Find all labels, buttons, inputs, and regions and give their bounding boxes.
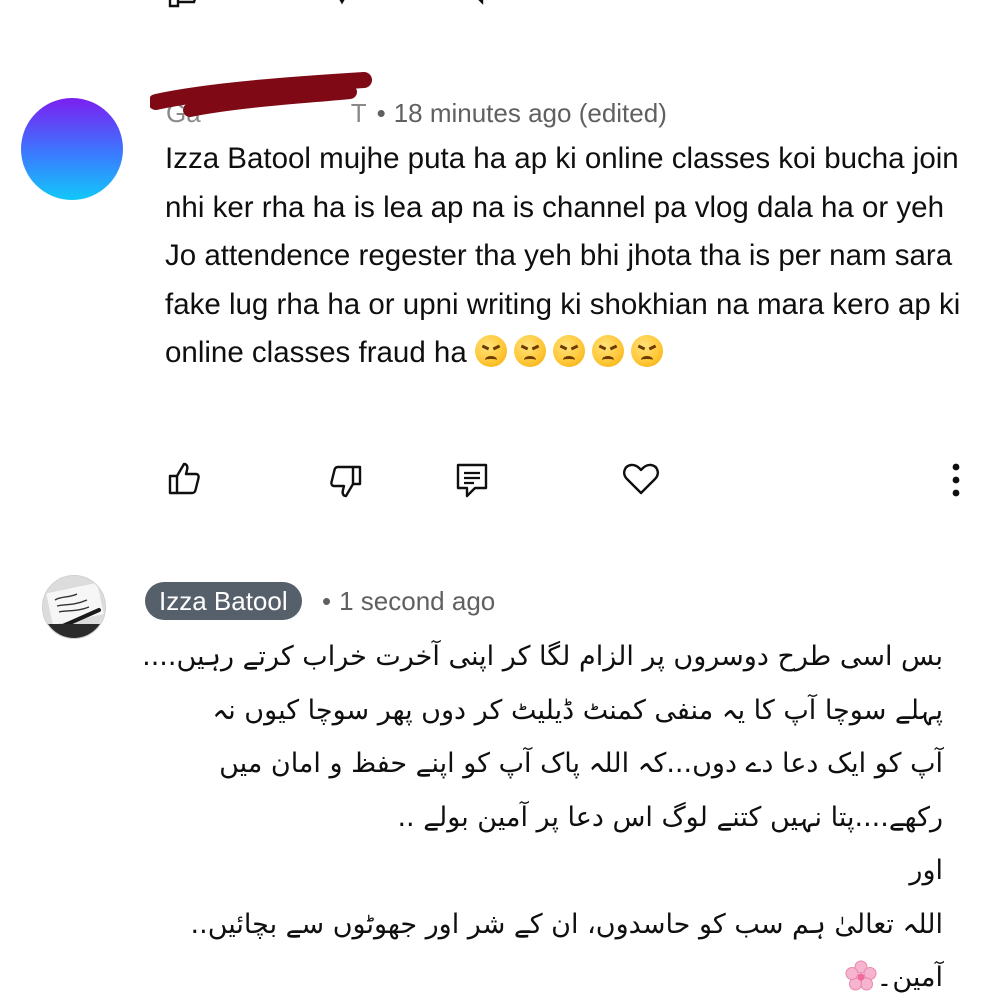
- like-icon[interactable]: [168, 0, 202, 8]
- redaction-scribble: [150, 72, 372, 117]
- comment-meta: • 1 second ago: [322, 584, 495, 618]
- comment-last-line: آمین۔: [153, 951, 943, 1005]
- dislike-button[interactable]: [328, 464, 364, 500]
- angry-face-icon: [474, 335, 507, 367]
- comment-line: پہلے سوچا آپ کا یہ منفی کمنٹ ڈیلیٹ کر دو…: [212, 694, 943, 726]
- comment-line: آپ کو ایک دعا دے دوں...کہ اللہ پاک آپ کو…: [219, 748, 943, 779]
- avatar[interactable]: [42, 575, 106, 639]
- comment-line: اور: [909, 855, 943, 886]
- separator-dot: •: [376, 98, 386, 128]
- dislike-icon: [330, 465, 362, 498]
- comment-line: آمین۔: [876, 962, 944, 993]
- heart-icon: [623, 463, 659, 495]
- angry-face-icon: [513, 335, 546, 367]
- like-icon: [168, 462, 200, 495]
- comment-line: رکھے....پتا نہیں کتنے لوگ اس دعا پر آمین…: [397, 801, 943, 833]
- handwriting-avatar-image: [43, 576, 105, 638]
- comment-line: بس اسی طرح دوسروں پر الزام لگا کر اپنی آ…: [142, 641, 943, 672]
- like-button[interactable]: [166, 460, 202, 496]
- emoji-group: [474, 335, 670, 369]
- heart-button[interactable]: [622, 462, 660, 496]
- reply-button[interactable]: [455, 462, 489, 498]
- reply-icon[interactable]: [456, 0, 490, 8]
- comment-text: Izza Batool mujhe puta ha ap ki online c…: [165, 135, 965, 378]
- dislike-icon[interactable]: [330, 0, 364, 8]
- comment-text: بس اسی طرح دوسروں پر الزام لگا کر اپنی آ…: [142, 630, 943, 1005]
- author-chip[interactable]: Izza Batool: [145, 582, 302, 620]
- comment-timestamp: 1 second ago: [339, 586, 496, 616]
- angry-face-icon: [630, 335, 663, 367]
- cherry-blossom-icon: [845, 960, 876, 991]
- more-options-icon[interactable]: [951, 0, 961, 2]
- reply-icon: [456, 463, 488, 498]
- comment-line: اللہ تعالیٰ ہم سب کو حاسدوں، ان کے شر او…: [190, 908, 943, 940]
- separator-dot: •: [322, 586, 332, 616]
- angry-face-icon: [591, 335, 624, 367]
- previous-comment-actions: [0, 0, 1001, 12]
- angry-face-icon: [552, 335, 585, 367]
- heart-icon[interactable]: [624, 0, 658, 8]
- comment-timestamp: 18 minutes ago (edited): [393, 98, 667, 128]
- avatar[interactable]: [21, 98, 123, 200]
- more-options-button[interactable]: [950, 463, 962, 497]
- more-options-icon: [952, 463, 960, 497]
